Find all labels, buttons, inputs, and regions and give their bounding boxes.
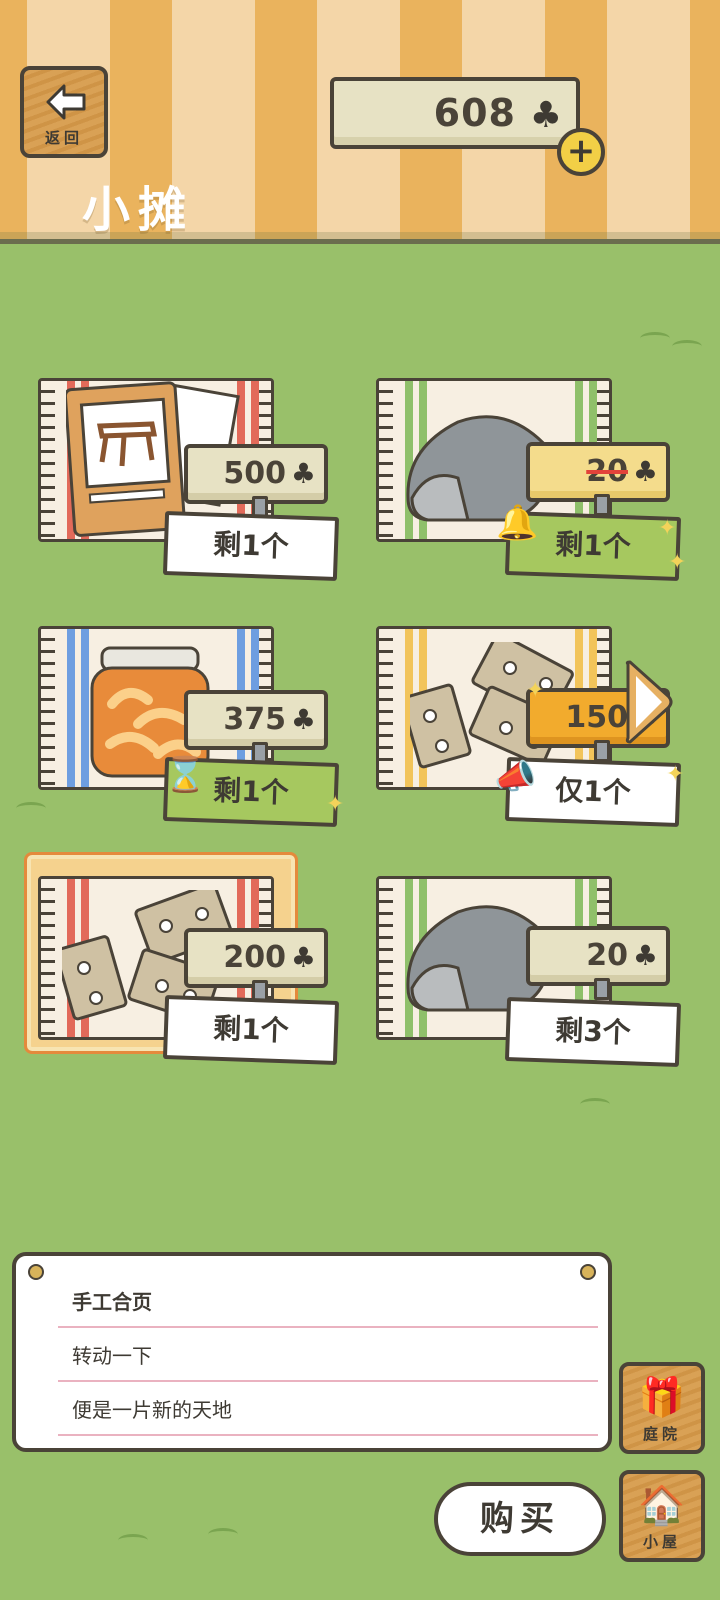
- grass-decoration: [640, 332, 670, 345]
- chevron-right-icon: [625, 660, 673, 744]
- clover-icon: ♣: [632, 939, 658, 972]
- grass-decoration: [118, 1534, 148, 1547]
- yard-label: 庭院: [642, 1425, 681, 1443]
- sparkle-icon: ✦: [666, 762, 685, 787]
- item-description-panel: 手工合页 转动一下 便是一片新的天地: [12, 1252, 612, 1452]
- plus-icon: +: [566, 131, 596, 171]
- stock-label: 剩3个: [504, 996, 682, 1068]
- sparkle-icon: ✦: [326, 792, 345, 817]
- price-value: 20: [586, 938, 628, 973]
- grass-decoration: [672, 340, 702, 353]
- description-line-2: 便是一片新的天地: [58, 1384, 598, 1436]
- price-tag: 20 ♣: [526, 926, 670, 1000]
- price-value: 200: [223, 940, 286, 975]
- price-tag: 20 ♣: [526, 442, 670, 516]
- price-value: 150: [565, 700, 628, 735]
- add-clover-button[interactable]: +: [557, 128, 605, 176]
- buy-button[interactable]: 购买: [434, 1482, 606, 1556]
- price-value: 500: [223, 456, 286, 491]
- price-tag: 200 ♣: [184, 928, 328, 1002]
- stock-label: 剩1个: [162, 994, 340, 1066]
- shop-item-3[interactable]: 375 ♣ 剩1个 ⌛ ✦: [38, 626, 344, 846]
- yard-button[interactable]: 🎁 庭院: [619, 1362, 705, 1454]
- price-tag: 500 ♣: [184, 444, 328, 518]
- clover-icon: ♣: [290, 941, 316, 974]
- clover-icon: ♣: [529, 95, 562, 136]
- page-title: 小摊: [82, 182, 195, 238]
- house-label: 小屋: [642, 1533, 681, 1551]
- shop-item-2[interactable]: 20 ♣ 剩1个 🔔 ✦ ✦: [376, 378, 686, 598]
- clover-icon: ♣: [632, 455, 658, 488]
- yard-icon: 🎁: [638, 1375, 686, 1419]
- megaphone-icon: 📣: [494, 757, 537, 797]
- next-page-button[interactable]: [624, 660, 676, 744]
- shop-item-6[interactable]: 20 ♣ 剩3个: [376, 876, 682, 1096]
- pin-icon: [28, 1264, 44, 1280]
- back-arrow-icon: [46, 84, 86, 120]
- price-value: 375: [223, 702, 286, 737]
- grass-decoration: [580, 1098, 610, 1111]
- description-line-1: 转动一下: [58, 1330, 598, 1382]
- shop-item-5[interactable]: 200 ♣ 剩1个: [24, 852, 340, 1096]
- sparkle-icon: ✦: [658, 516, 677, 541]
- house-button[interactable]: 🏠 小屋: [619, 1470, 705, 1562]
- house-icon: 🏠: [638, 1483, 686, 1527]
- sparkle-icon: ✦: [668, 550, 687, 575]
- clover-balance: 608 ♣: [330, 77, 580, 149]
- back-button[interactable]: 返回: [20, 66, 108, 158]
- bell-icon: 🔔: [496, 503, 539, 543]
- price-tag: 375 ♣: [184, 690, 328, 764]
- item-name: 手工合页: [58, 1276, 598, 1328]
- shop-item-1[interactable]: 500 ♣ 剩1个: [38, 378, 340, 598]
- price-value: 20: [586, 454, 628, 489]
- stock-label: 剩1个: [162, 510, 340, 582]
- back-label: 返回: [44, 129, 83, 147]
- grass-decoration: [208, 1528, 238, 1541]
- clover-count: 608: [433, 91, 516, 135]
- clover-icon: ♣: [290, 703, 316, 736]
- hourglass-icon: ⌛: [164, 755, 207, 795]
- clover-icon: ♣: [290, 457, 316, 490]
- sparkle-icon: ✦: [526, 678, 545, 703]
